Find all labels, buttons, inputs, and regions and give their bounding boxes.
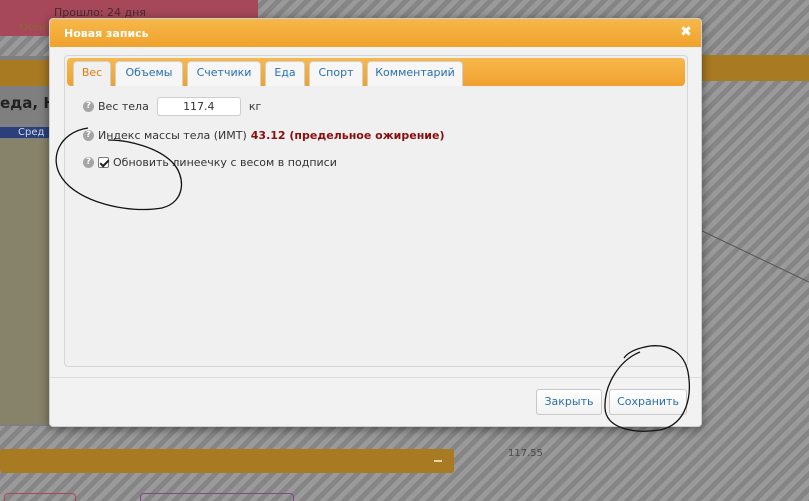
tab-measurements[interactable]: Объемы bbox=[115, 61, 183, 86]
bmi-value: 43.12 (предельное ожирение) bbox=[250, 129, 445, 142]
dialog-title: Новая запись bbox=[64, 27, 149, 40]
background-weight-value: 117.55 bbox=[508, 448, 543, 459]
weight-row: ? Вес тела кг bbox=[83, 97, 261, 116]
help-icon[interactable]: ? bbox=[83, 101, 94, 112]
help-icon[interactable]: ? bbox=[83, 130, 94, 141]
update-ruler-checkbox[interactable] bbox=[98, 157, 109, 168]
tab-counters[interactable]: Счетчики bbox=[187, 61, 261, 86]
tab-weight[interactable]: Вес bbox=[73, 61, 111, 86]
collapse-icon bbox=[434, 460, 442, 462]
background-tag bbox=[4, 493, 76, 501]
close-button[interactable]: Закрыть bbox=[536, 389, 602, 415]
tab-food[interactable]: Еда bbox=[265, 61, 305, 86]
background-subtext: Осень bbox=[20, 22, 52, 33]
update-ruler-row: ? Обновить линеечку с весом в подписи bbox=[83, 156, 337, 169]
tab-sport[interactable]: Спорт bbox=[309, 61, 363, 86]
background-header-strip-right bbox=[700, 55, 809, 81]
save-button[interactable]: Сохранить bbox=[609, 389, 687, 415]
background-day-title: еда, Н bbox=[0, 94, 56, 112]
weight-label: Вес тела bbox=[98, 100, 149, 113]
tab-bar: Вес Объемы Счетчики Еда Спорт Комментари… bbox=[67, 58, 685, 86]
tab-comment[interactable]: Комментарий bbox=[367, 61, 463, 86]
dialog-footer-divider bbox=[50, 377, 701, 378]
weight-input[interactable] bbox=[156, 97, 241, 116]
background-chart-line bbox=[700, 229, 809, 283]
weight-unit: кг bbox=[248, 100, 262, 113]
bmi-label: Индекс массы тела (ИМТ) bbox=[98, 129, 247, 142]
background-collapsible-bar bbox=[0, 449, 454, 473]
dialog-titlebar: Новая запись ✖ bbox=[50, 19, 701, 47]
new-entry-dialog: Новая запись ✖ Вес Объемы Счетчики Еда С… bbox=[49, 18, 702, 427]
tab-panel: Вес Объемы Счетчики Еда Спорт Комментари… bbox=[64, 55, 688, 367]
background-tag bbox=[140, 493, 294, 501]
help-icon[interactable]: ? bbox=[83, 157, 94, 168]
bmi-row: ? Индекс массы тела (ИМТ) 43.12 (предель… bbox=[83, 129, 445, 142]
close-icon[interactable]: ✖ bbox=[679, 25, 693, 39]
update-ruler-label[interactable]: Обновить линеечку с весом в подписи bbox=[113, 156, 337, 169]
